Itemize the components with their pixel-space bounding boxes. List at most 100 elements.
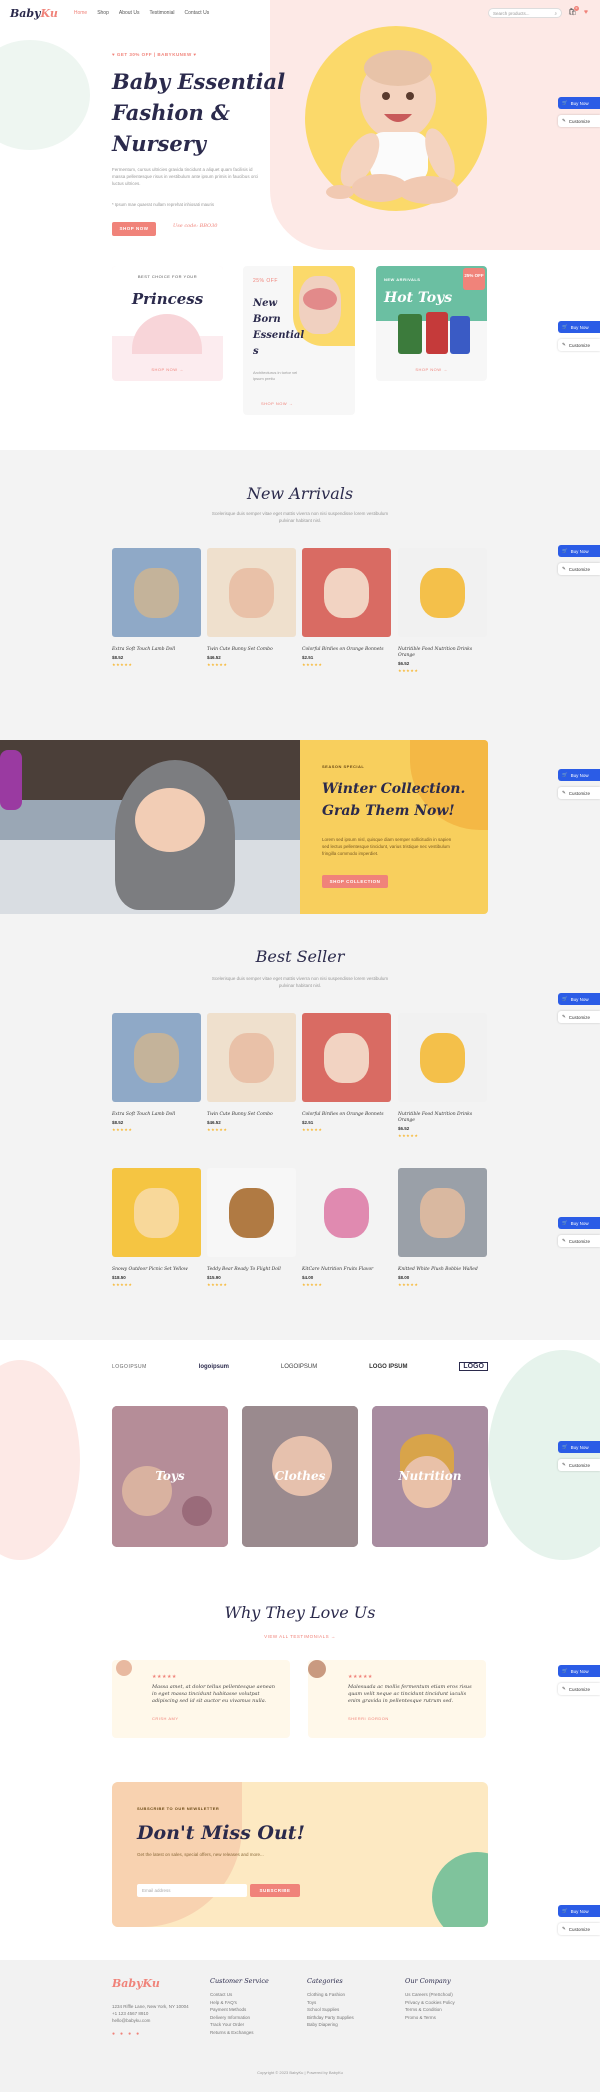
footer-link[interactable]: Us Careers (PreSchool) (405, 1991, 455, 1999)
side-buy-now-button[interactable]: 🛒 Buy Now (558, 1217, 600, 1229)
promo-princess-link[interactable]: SHOP NOW → (112, 367, 223, 372)
product-image[interactable] (112, 1168, 201, 1257)
bestseller-product-card[interactable]: Twin Cute Bunny Set Combo $46.52 ★★★★★ (207, 1013, 296, 1132)
product-image[interactable] (112, 1013, 201, 1102)
side-customize-button[interactable]: ✎ Customize (558, 1011, 600, 1023)
product-image[interactable] (398, 548, 487, 637)
product-image[interactable] (398, 1013, 487, 1102)
arrival-product-card[interactable]: Nutritible Food Nutrition Drinks Orange $… (398, 548, 487, 673)
facebook-icon[interactable]: ● (112, 2031, 115, 2037)
product-name[interactable]: Snowy Outdoor Picnic Set Yellow (112, 1267, 201, 1273)
footer-link[interactable]: Clothing & Fashion (307, 1991, 354, 1999)
product-name[interactable]: Nutritible Food Nutrition Drinks Orange (398, 1112, 487, 1124)
footer-link[interactable]: Returns & Exchanges (210, 2029, 269, 2037)
side-customize-button[interactable]: ✎ Customize (558, 563, 600, 575)
bestseller-product-card[interactable]: Knitted White Plush Bobbie Walled $8.00 ★★… (398, 1168, 487, 1287)
side-customize-button[interactable]: ✎ Customize (558, 1459, 600, 1471)
twitter-icon[interactable]: ● (120, 2031, 123, 2037)
footer-link[interactable]: Birthday Party Supplies (307, 2014, 354, 2022)
hero-shop-now-button[interactable]: SHOP NOW (112, 222, 156, 236)
product-name[interactable]: Colorful Birdies on Orange Bonnets (302, 647, 391, 653)
footer-link[interactable]: Delivery Information (210, 2014, 269, 2022)
footer-link[interactable]: Payment Methods (210, 2006, 269, 2014)
youtube-icon[interactable]: ● (136, 2031, 139, 2037)
promo-hottoys-link[interactable]: SHOP NOW → (376, 367, 487, 372)
product-name[interactable]: Colorful Birdies on Orange Bonnets (302, 1112, 391, 1118)
footer-link[interactable]: Baby Diapering (307, 2021, 354, 2029)
product-image[interactable] (112, 548, 201, 637)
footer-link[interactable]: Promo & Terms (405, 2014, 455, 2022)
category-card-toys[interactable]: Toys (112, 1406, 228, 1547)
promo-card-princess[interactable]: BEST CHOICE FOR YOUR Princess SHOP NOW → (112, 266, 223, 381)
footer-link[interactable]: Track Your Order (210, 2021, 269, 2029)
product-image[interactable] (207, 1168, 296, 1257)
menu-shop[interactable]: Shop (97, 10, 109, 16)
side-customize-button[interactable]: ✎ Customize (558, 1923, 600, 1935)
heart-icon[interactable]: ♥ (582, 9, 590, 17)
instagram-icon[interactable]: ● (128, 2031, 131, 2037)
product-image[interactable] (398, 1168, 487, 1257)
menu-about[interactable]: About Us (119, 10, 140, 16)
product-image[interactable] (207, 548, 296, 637)
product-name[interactable]: Twin Cute Bunny Set Combo (207, 1112, 296, 1118)
promo-card-hottoys[interactable]: NEW ARRIVALS Hot Toys 25% OFF SHOP NOW → (376, 266, 487, 381)
side-buy-now-button[interactable]: 🛒 Buy Now (558, 769, 600, 781)
side-buy-now-button[interactable]: 🛒 Buy Now (558, 545, 600, 557)
search-icon[interactable]: ⌕ (554, 11, 557, 16)
winter-title-line1: Winter Collection. (322, 781, 466, 797)
product-name[interactable]: Twin Cute Bunny Set Combo (207, 647, 296, 653)
side-buy-now-button[interactable]: 🛒 Buy Now (558, 321, 600, 333)
product-name[interactable]: Extra Soft Touch Lamb Doll (112, 1112, 201, 1118)
product-name[interactable]: Extra Soft Touch Lamb Doll (112, 647, 201, 653)
side-customize-button[interactable]: ✎ Customize (558, 1235, 600, 1247)
product-image[interactable] (302, 1168, 391, 1257)
arrival-product-card[interactable]: Twin Cute Bunny Set Combo $46.52 ★★★★★ (207, 548, 296, 667)
promo-card-newborn[interactable]: 25% OFF New Born Essential s Architectur… (243, 266, 355, 415)
footer-email[interactable]: hello@babyku.com (112, 2017, 192, 2024)
product-name[interactable]: KitCare Nutrition Fruits Flavor (302, 1267, 391, 1273)
product-name[interactable]: Nutritible Food Nutrition Drinks Orange (398, 647, 487, 659)
subscribe-button[interactable]: SUBSCRIBE (250, 1884, 300, 1897)
product-name[interactable]: Teddy Bear Ready To Flight Doll (207, 1267, 296, 1273)
category-card-clothes[interactable]: Clothes (242, 1406, 358, 1547)
view-all-testimonials-link[interactable]: VIEW ALL TESTIMONIALS → (0, 1634, 600, 1639)
side-customize-button[interactable]: ✎ Customize (558, 115, 600, 127)
side-buy-now-button[interactable]: 🛒 Buy Now (558, 97, 600, 109)
footer-link[interactable]: Help & FAQ's (210, 1999, 269, 2007)
bestseller-product-card[interactable]: Nutritible Food Nutrition Drinks Orange $… (398, 1013, 487, 1138)
side-customize-button[interactable]: ✎ Customize (558, 339, 600, 351)
promo-newborn-link[interactable]: SHOP NOW → (261, 401, 293, 406)
site-logo[interactable]: BabyKu (10, 7, 58, 20)
side-customize-button[interactable]: ✎ Customize (558, 1683, 600, 1695)
bestseller-product-card[interactable]: Teddy Bear Ready To Flight Doll $15.90 ★★★… (207, 1168, 296, 1287)
product-image[interactable] (207, 1013, 296, 1102)
shop-collection-button[interactable]: SHOP COLLECTION (322, 875, 388, 888)
side-buy-now-button[interactable]: 🛒 Buy Now (558, 1665, 600, 1677)
bestseller-product-card[interactable]: Snowy Outdoor Picnic Set Yellow $18.50 ★★★… (112, 1168, 201, 1287)
bestseller-product-card[interactable]: Colorful Birdies on Orange Bonnets $2.51 ★… (302, 1013, 391, 1132)
side-buy-now-button[interactable]: 🛒 Buy Now (558, 1905, 600, 1917)
product-image[interactable] (302, 548, 391, 637)
footer-link[interactable]: School Supplies (307, 2006, 354, 2014)
arrival-product-card[interactable]: Extra Soft Touch Lamb Doll $8.52 ★★★★★ (112, 548, 201, 667)
search-input[interactable]: Search products... ⌕ (488, 8, 562, 18)
side-buy-now-button[interactable]: 🛒 Buy Now (558, 1441, 600, 1453)
menu-contact[interactable]: Contact Us (184, 10, 209, 16)
cart-icon[interactable]: 🛍 0 (568, 6, 579, 17)
footer-logo[interactable]: BabyKu (112, 1977, 160, 1990)
product-image[interactable] (302, 1013, 391, 1102)
menu-home[interactable]: Home (74, 10, 87, 16)
side-buy-now-button[interactable]: 🛒 Buy Now (558, 993, 600, 1005)
product-name[interactable]: Knitted White Plush Bobbie Walled (398, 1267, 487, 1273)
bestseller-product-card[interactable]: Extra Soft Touch Lamb Doll $8.52 ★★★★★ (112, 1013, 201, 1132)
bestseller-product-card[interactable]: KitCare Nutrition Fruits Flavor $4.00 ★★★★… (302, 1168, 391, 1287)
footer-link[interactable]: Privacy & Cookies Policy (405, 1999, 455, 2007)
arrival-product-card[interactable]: Colorful Birdies on Orange Bonnets $2.51 ★… (302, 548, 391, 667)
category-card-nutrition[interactable]: Nutrition (372, 1406, 488, 1547)
footer-link[interactable]: Terms & Condition (405, 2006, 455, 2014)
footer-link[interactable]: Contact Us (210, 1991, 269, 1999)
footer-link[interactable]: Toys (307, 1999, 354, 2007)
newsletter-email-input[interactable]: Email address (137, 1884, 247, 1897)
menu-testimonial[interactable]: Testimonial (149, 10, 174, 16)
side-customize-button[interactable]: ✎ Customize (558, 787, 600, 799)
